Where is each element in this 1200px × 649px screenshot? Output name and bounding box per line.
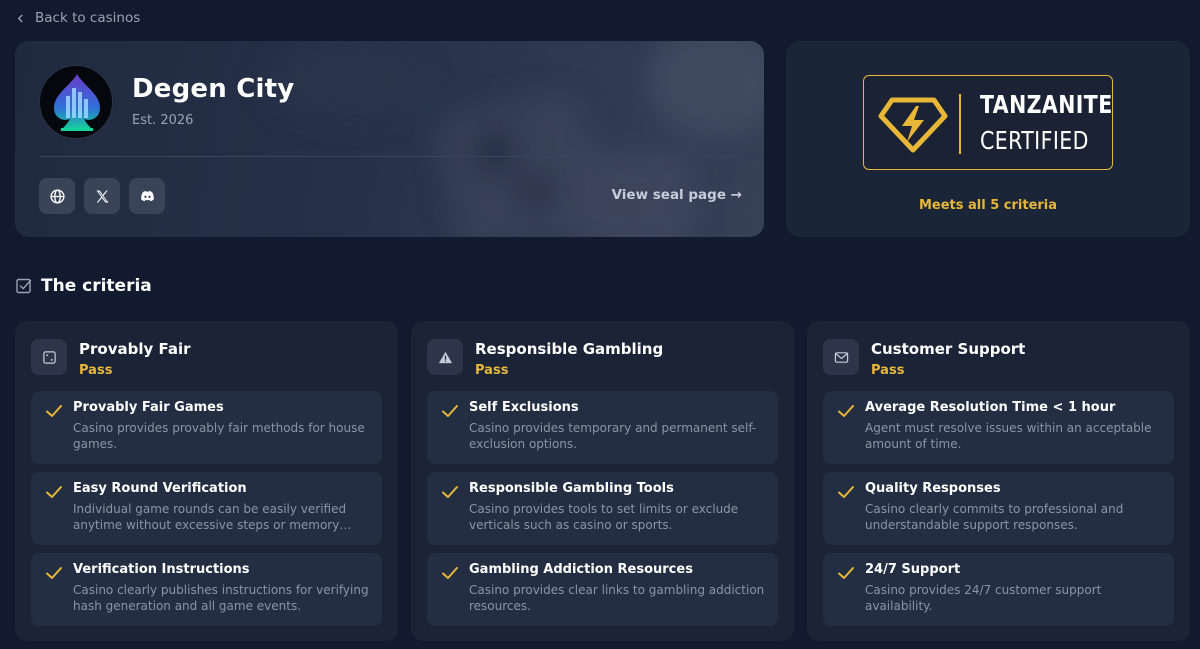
check-icon [838,567,854,579]
casino-name: Degen City [132,74,295,104]
category-card-customer-support: Customer Support Pass Average Resolution… [807,321,1190,641]
x-button[interactable] [84,178,120,214]
website-button[interactable] [39,178,75,214]
hero-divider [39,156,742,157]
category-status: Pass [79,363,113,378]
criterion-title: Average Resolution Time < 1 hour [865,400,1116,415]
criterion-title: Responsible Gambling Tools [469,481,674,496]
criterion-item: Average Resolution Time < 1 hour Agent m… [823,391,1174,464]
criterion-item: Quality Responses Casino clearly commits… [823,472,1174,545]
check-icon [46,405,62,417]
back-to-casinos-link[interactable]: Back to casinos [16,8,140,28]
criterion-item: Provably Fair Games Casino provides prov… [31,391,382,464]
criterion-item: Easy Round Verification Individual game … [31,472,382,545]
criterion-title: Verification Instructions [73,562,250,577]
tanzanite-certified-badge: TANZANITE CERTIFIED [863,75,1113,170]
category-title: Provably Fair [79,340,191,358]
back-label: Back to casinos [35,10,141,26]
category-card-provably-fair: Provably Fair Pass Provably Fair Games C… [15,321,398,641]
badge-divider [959,94,961,154]
criterion-title: Quality Responses [865,481,1001,496]
criterion-description: Casino provides tools to set limits or e… [469,502,739,532]
check-icon [442,486,458,498]
category-title: Customer Support [871,340,1026,358]
criteria-summary: Meets all 5 criteria [918,198,1058,213]
check-icon [442,567,458,579]
criterion-title: Self Exclusions [469,400,579,415]
criterion-description: Casino provides 24/7 customer support av… [865,583,1102,613]
criterion-description: Agent must resolve issues within an acce… [865,421,1152,451]
criterion-description: Individual game rounds can be easily ver… [73,502,347,532]
category-status: Pass [871,363,905,378]
category-status: Pass [475,363,509,378]
criterion-title: Provably Fair Games [73,400,224,415]
globe-icon [49,188,65,204]
criterion-title: Gambling Addiction Resources [469,562,693,577]
check-icon [46,567,62,579]
chevron-left-icon [17,14,23,22]
casino-established: Est. 2026 [132,113,194,128]
discord-button[interactable] [129,178,165,214]
criterion-description: Casino provides provably fair methods fo… [73,421,365,451]
badge-line-1: TANZANITE [980,90,1113,119]
casino-detail-page: Back to casinos Degen City Est. 2026 Vie… [0,0,1200,649]
badge-line-2: CERTIFIED [980,126,1089,155]
category-title: Responsible Gambling [475,340,664,358]
criterion-item: Responsible Gambling Tools Casino provid… [427,472,778,545]
criterion-item: 24/7 Support Casino provides 24/7 custom… [823,553,1174,626]
check-icon [838,405,854,417]
certification-card: TANZANITE CERTIFIED Meets all 5 criteria [786,41,1190,237]
casino-hero-card: Degen City Est. 2026 View seal page → [15,41,764,237]
check-icon [46,486,62,498]
social-links [39,178,165,214]
x-icon [96,190,108,202]
category-card-responsible-gambling: Responsible Gambling Pass Self Exclusion… [411,321,794,641]
criterion-description: Casino clearly commits to professional a… [865,502,1124,532]
criterion-description: Casino provides temporary and permanent … [469,421,757,451]
criterion-item: Gambling Addiction Resources Casino prov… [427,553,778,626]
mail-icon [834,351,848,363]
check-icon [442,405,458,417]
checkbox-icon [16,278,32,294]
criterion-item: Self Exclusions Casino provides temporar… [427,391,778,464]
criteria-heading: The criteria [16,276,152,296]
criterion-description: Casino provides clear links to gambling … [469,583,765,613]
check-icon [838,486,854,498]
discord-icon [140,190,154,201]
criterion-item: Verification Instructions Casino clearly… [31,553,382,626]
diamond-bolt-icon [878,97,948,153]
criterion-title: Easy Round Verification [73,481,247,496]
casino-logo [39,65,113,139]
criterion-description: Casino clearly publishes instructions fo… [73,583,369,613]
criteria-heading-text: The criteria [41,276,152,296]
criterion-title: 24/7 Support [865,562,961,577]
warning-icon [438,351,452,363]
dice-icon [42,350,56,364]
view-seal-page-link[interactable]: View seal page → [612,187,742,203]
